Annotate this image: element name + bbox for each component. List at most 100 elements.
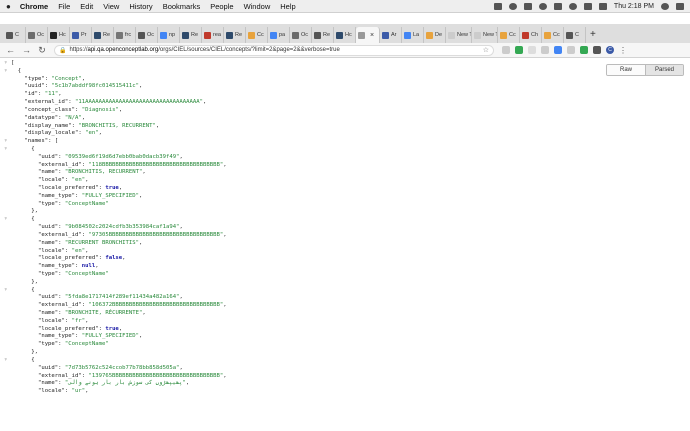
menu-view[interactable]: View [103,2,119,11]
browser-tab[interactable]: Hc [334,27,356,43]
browser-tab[interactable]: New T [472,27,498,43]
menu-history[interactable]: History [129,2,152,11]
menu-edit[interactable]: Edit [80,2,93,11]
menu-bookmarks[interactable]: Bookmarks [163,2,201,11]
json-line: "locale_preferred": true, [4,185,227,193]
notification-center-icon[interactable] [676,2,684,10]
json-line: "name_type": "FULLY_SPECIFIED", [4,193,227,201]
browser-tab[interactable]: × [356,27,380,43]
clock[interactable]: Thu 2:18 PM [614,3,654,10]
wifi-icon[interactable] [568,2,577,10]
menu-file[interactable]: File [58,2,70,11]
browser-tab[interactable]: C [564,27,586,43]
collapse-toggle-icon[interactable]: ▿ [4,68,11,76]
browser-tab[interactable]: Re [92,27,114,43]
browser-tab[interactable]: Oc [136,27,158,43]
json-string-value: "9b084502c2024cdfb3b353984caf1a94" [64,224,180,231]
forward-arrow-icon[interactable]: → [22,45,31,55]
browser-tab[interactable]: Pr [70,27,92,43]
spotlight-icon[interactable] [661,2,669,10]
json-line: }, [4,208,227,216]
json-key: "external_id" [24,99,69,106]
bookmark-star-icon[interactable]: ☆ [483,46,489,54]
extension-icon[interactable] [515,46,523,54]
tab-strip: C Oc Hc Pr Re frc Oc np Re rea Re Cc pa Oc Re Hc × Ar La De… [0,24,690,43]
browser-tab[interactable]: Oc [26,27,48,43]
browser-tab[interactable]: Cc [498,27,520,43]
browser-tab[interactable]: frc [114,27,136,43]
status-timer-icon[interactable] [538,2,547,10]
json-key: "type" [37,270,59,277]
extension-icon[interactable] [580,46,588,54]
parsed-button[interactable]: Parsed [645,65,683,75]
browser-tab[interactable]: Re [224,27,246,43]
tab-favicon-icon [448,31,455,39]
close-tab-icon[interactable]: × [370,32,374,39]
status-sync-icon[interactable] [508,2,517,10]
browser-menu-icon[interactable]: ⋮ [619,46,627,55]
browser-tab[interactable]: pa [268,27,290,43]
address-bar[interactable]: 🔒 https://api.qa.openconceptlab.org/orgs… [54,44,494,56]
json-punctuation: , [179,364,183,371]
json-punctuation: , [118,106,123,113]
browser-tab[interactable]: Cc [542,27,564,43]
menu-app-name[interactable]: Chrome [20,2,48,11]
json-punctuation: : [58,224,65,231]
browser-tab[interactable]: Ar [380,27,402,43]
json-punctuation: : [68,99,76,106]
back-arrow-icon[interactable]: ← [6,45,15,55]
browser-tab[interactable]: np [158,27,180,43]
lock-icon[interactable]: 🔒 [59,47,66,54]
menu-help[interactable]: Help [280,2,295,11]
json-punctuation: , [85,317,89,324]
collapse-toggle-icon[interactable]: ▿ [4,216,11,224]
json-key: "external_id" [37,161,82,168]
menu-people[interactable]: People [210,2,233,11]
json-string-value: "BRONCHITE, RÉCURRENTE" [64,310,143,316]
reload-icon[interactable]: ↻ [38,45,46,56]
collapse-toggle-icon[interactable]: ▿ [4,146,11,154]
apple-icon[interactable]: ● [6,2,11,11]
json-string-value: "RECURRENT BRONCHITIS" [64,239,140,246]
tab-favicon-icon [72,31,79,39]
menu-window[interactable]: Window [244,2,271,11]
json-key: "concept_class" [24,106,76,113]
extension-icon[interactable] [502,46,510,54]
tab-title: np [169,32,176,38]
browser-tab[interactable]: La [402,27,424,43]
new-tab-icon[interactable]: + [590,29,596,40]
extension-icon[interactable] [567,46,575,54]
browser-tab[interactable]: De [424,27,446,43]
battery-icon[interactable] [583,2,592,10]
profile-avatar[interactable]: C [606,46,614,54]
browser-tab[interactable]: Ch [520,27,542,43]
collapse-toggle-icon[interactable]: ▿ [4,138,11,146]
browser-tab[interactable]: Oc [290,27,312,43]
extension-icon[interactable] [541,46,549,54]
volume-icon[interactable] [598,2,607,10]
browser-tab[interactable]: Hc [48,27,70,43]
browser-tab[interactable]: Re [180,27,202,43]
json-string-value: "en" [71,247,86,254]
extension-icon[interactable] [528,46,536,54]
browser-tab[interactable]: Re [312,27,334,43]
browser-tab[interactable]: Cc [246,27,268,43]
collapse-toggle-icon[interactable]: ▿ [4,60,11,68]
browser-tab[interactable]: New T [446,27,472,43]
extension-icon[interactable] [593,46,601,54]
tab-favicon-icon [116,31,123,39]
json-literal-value: false [105,255,123,262]
bluetooth-icon[interactable] [553,2,562,10]
tab-title: Oc [301,32,309,38]
status-shield-icon[interactable] [523,2,532,10]
browser-tab[interactable]: C [4,27,26,43]
collapse-toggle-icon[interactable]: ▿ [4,287,11,295]
status-extension-icon[interactable] [493,2,502,10]
tab-title: Hc [59,32,66,38]
extension-icon[interactable] [554,46,562,54]
raw-button[interactable]: Raw [607,65,645,75]
address-url[interactable]: https://api.qa.openconceptlab.org/orgs/C… [69,47,339,53]
json-line: "locale": "ur", [4,388,227,396]
browser-tab[interactable]: rea [202,27,224,43]
collapse-toggle-icon[interactable]: ▿ [4,357,11,365]
